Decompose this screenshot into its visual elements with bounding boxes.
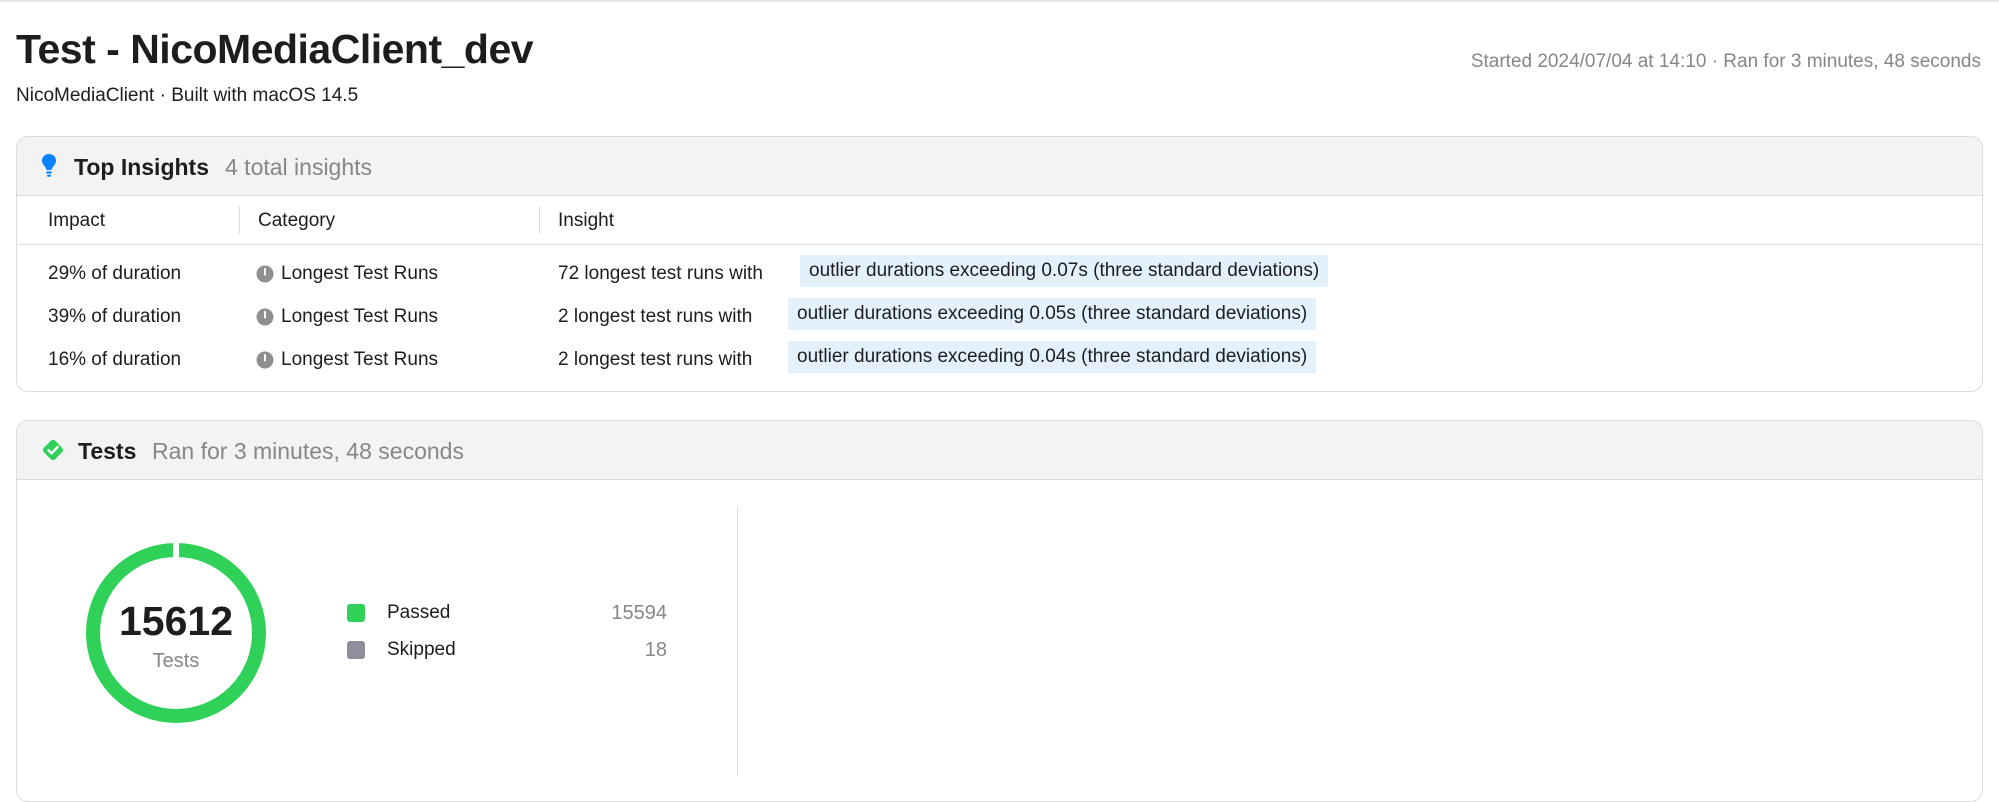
legend-passed[interactable]: Passed 15594	[347, 599, 667, 629]
legend-label: Skipped	[387, 639, 456, 660]
tests-summary: 15612 Tests Passed 15594 Skipped 18	[17, 480, 1982, 800]
lightbulb-icon	[41, 153, 57, 184]
insight-text: 72 longest test runs with	[558, 263, 763, 284]
column-category[interactable]: Category	[258, 210, 335, 232]
total-tests-label: Tests	[152, 650, 200, 672]
top-border	[0, 0, 1999, 2]
tests-header[interactable]: Tests Ran for 3 minutes, 48 seconds	[17, 421, 1982, 480]
category-cell: Longest Test Runs	[281, 263, 439, 284]
clock-icon	[256, 351, 274, 369]
clock-icon	[256, 308, 274, 326]
top-insights-card: Top Insights 4 total insights Impact Cat…	[16, 136, 1983, 392]
page-title: Test - NicoMediaClient_dev	[16, 26, 534, 72]
insight-highlight[interactable]: outlier durations exceeding 0.04s (three…	[788, 341, 1317, 373]
run-info: Started 2024/07/04 at 14:10 · Ran for 3 …	[1470, 51, 1981, 72]
skipped-swatch	[347, 641, 365, 659]
legend-value: 15594	[611, 602, 667, 624]
section-divider	[737, 506, 738, 776]
tests-card: Tests Ran for 3 minutes, 48 seconds 1561…	[16, 420, 1983, 802]
tests-title: Tests	[78, 438, 137, 464]
clock-icon	[256, 265, 274, 283]
legend-label: Passed	[387, 602, 451, 623]
top-insights-count: 4 total insights	[225, 154, 373, 180]
impact-cell: 29% of duration	[48, 263, 182, 284]
insight-text: 2 longest test runs with	[558, 349, 753, 370]
tests-duration: Ran for 3 minutes, 48 seconds	[152, 438, 464, 464]
category-cell: Longest Test Runs	[281, 349, 439, 370]
table-row[interactable]: 29% of duration Longest Test Runs 72 lon…	[17, 253, 1982, 296]
checkmark-diamond-icon	[41, 438, 65, 467]
column-divider	[239, 206, 240, 234]
category-cell: Longest Test Runs	[281, 306, 439, 327]
column-impact[interactable]: Impact	[48, 210, 105, 232]
insight-highlight[interactable]: outlier durations exceeding 0.07s (three…	[800, 255, 1329, 287]
insight-text: 2 longest test runs with	[558, 306, 753, 327]
insights-table-header: Impact Category Insight	[17, 196, 1982, 245]
legend-skipped[interactable]: Skipped 18	[347, 636, 667, 666]
column-divider	[539, 206, 540, 234]
impact-cell: 39% of duration	[48, 306, 182, 327]
insight-highlight[interactable]: outlier durations exceeding 0.05s (three…	[788, 298, 1317, 330]
passed-swatch	[347, 604, 365, 622]
legend-value: 18	[644, 639, 667, 661]
insights-table-body: 29% of duration Longest Test Runs 72 lon…	[17, 245, 1982, 382]
top-insights-title: Top Insights	[74, 154, 210, 180]
impact-cell: 16% of duration	[48, 349, 182, 370]
total-tests-count: 15612	[118, 598, 233, 644]
table-row[interactable]: 39% of duration Longest Test Runs 2 long…	[17, 296, 1982, 339]
table-row[interactable]: 16% of duration Longest Test Runs 2 long…	[17, 339, 1982, 382]
page-subtitle: NicoMediaClient · Built with macOS 14.5	[16, 85, 359, 106]
column-insight[interactable]: Insight	[558, 210, 614, 232]
top-insights-header[interactable]: Top Insights 4 total insights	[17, 137, 1982, 196]
